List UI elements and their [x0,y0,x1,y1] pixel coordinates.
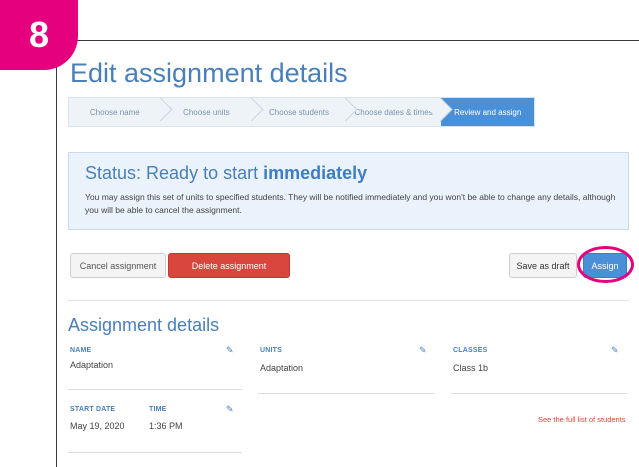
page-title: Edit assignment details [70,58,348,88]
name-label: NAME [70,347,92,354]
wizard-steps: Choose name Choose units Choose students… [68,97,535,127]
delete-assignment-button[interactable]: Delete assignment [168,253,290,278]
full-student-list-link[interactable]: See the full list of students [538,415,626,424]
units-rule [258,393,434,394]
pencil-icon[interactable]: ✎ [419,345,427,356]
details-heading: Assignment details [68,315,220,335]
cancel-assignment-button[interactable]: Cancel assignment [70,253,166,278]
pencil-icon[interactable]: ✎ [611,345,619,356]
status-prefix: Status: Ready to start [85,163,264,183]
step-number-badge: 8 [0,0,78,70]
start-date-label: START DATE [70,406,116,413]
classes-label: CLASSES [453,347,488,354]
step-choose-students[interactable]: Choose students [252,98,346,126]
classes-value: Class 1b [453,363,489,373]
pencil-icon[interactable]: ✎ [226,345,234,356]
name-rule [68,389,242,390]
name-value: Adaptation [70,360,114,370]
units-value: Adaptation [260,363,304,373]
time-value: 1:36 PM [149,421,183,431]
time-label: TIME [149,406,167,413]
step-review-and-assign[interactable]: Review and assign [441,98,535,126]
units-label: UNITS [260,347,282,354]
step-choose-name[interactable]: Choose name [69,98,161,126]
status-heading: Status: Ready to start immediately [85,163,612,184]
status-message: You may assign this set of units to spec… [85,192,616,215]
status-panel: Status: Ready to start immediately You m… [68,152,629,230]
save-as-draft-button[interactable]: Save as draft [509,253,577,278]
date-rule [68,452,242,453]
status-emphasis: immediately [263,163,368,183]
step-choose-units[interactable]: Choose units [161,98,253,126]
classes-rule [451,393,627,394]
pencil-icon[interactable]: ✎ [226,404,234,415]
start-date-value: May 19, 2020 [70,421,125,431]
assign-highlight-ring [577,246,634,283]
section-divider [68,300,629,301]
step-choose-dates-times[interactable]: Choose dates & times [346,98,442,126]
